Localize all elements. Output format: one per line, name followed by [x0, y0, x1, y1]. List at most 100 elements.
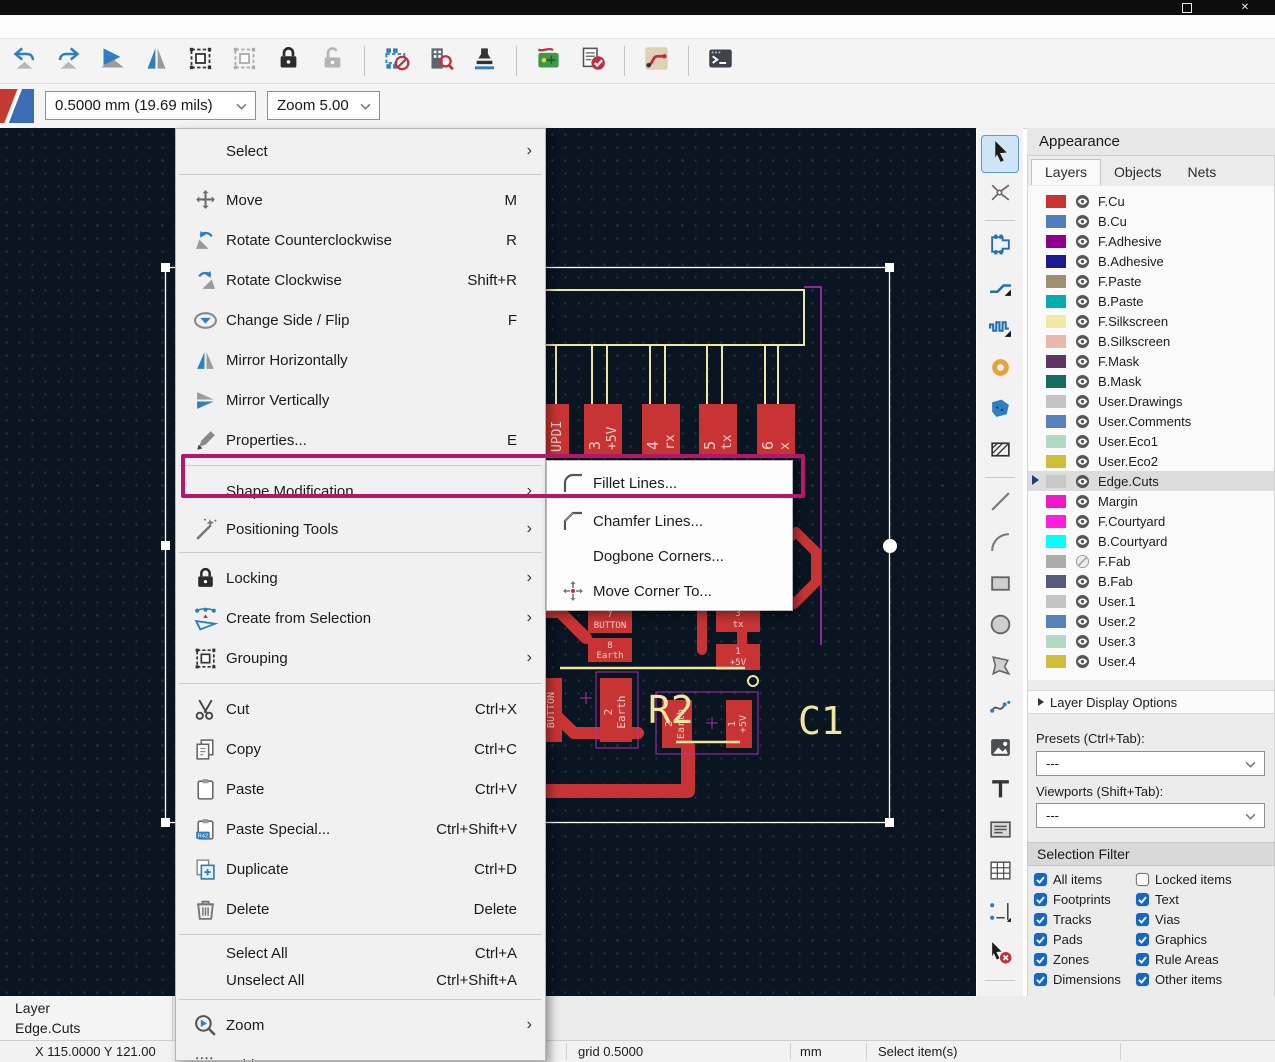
- visibility-eye-icon[interactable]: [1075, 334, 1090, 349]
- layer-row-b-cu[interactable]: B.Cu: [1028, 211, 1274, 231]
- menu-item-select[interactable]: Select ›: [176, 133, 545, 169]
- polygon-tool-button[interactable]: [982, 650, 1018, 686]
- menu-item-shape-modification[interactable]: Shape Modification ›: [176, 471, 545, 511]
- layer-row-user-3[interactable]: User.3: [1028, 631, 1274, 651]
- layer-color-swatch[interactable]: [1046, 214, 1066, 228]
- menu-item-paste-special[interactable]: R42 Paste Special... Ctrl+Shift+V: [176, 809, 545, 849]
- window-close-button[interactable]: ✕: [1234, 1, 1256, 14]
- layer-color-swatch[interactable]: [1046, 254, 1066, 268]
- checkbox-checked-icon[interactable]: [1135, 932, 1150, 947]
- footprint-tool-button[interactable]: [982, 229, 1018, 265]
- update-pcb-button[interactable]: [530, 43, 567, 80]
- arc-tool-button[interactable]: [982, 527, 1018, 563]
- visibility-eye-icon[interactable]: [1075, 494, 1090, 509]
- menu-item-move[interactable]: Move M: [176, 180, 545, 220]
- layer-row-user-comments[interactable]: User.Comments: [1028, 411, 1274, 431]
- visibility-eye-icon[interactable]: [1075, 274, 1090, 289]
- menu-item-duplicate[interactable]: Duplicate Ctrl+D: [176, 849, 545, 889]
- layer-color-swatch[interactable]: [1046, 194, 1066, 208]
- tab-objects[interactable]: Objects: [1101, 160, 1174, 185]
- layer-color-swatch[interactable]: [1046, 374, 1066, 388]
- ref-label-c1[interactable]: C1: [798, 699, 844, 743]
- menu-item-rotate-counterclockwise[interactable]: Rotate Counterclockwise R: [176, 220, 545, 260]
- layer-row-f-adhesive[interactable]: F.Adhesive: [1028, 231, 1274, 251]
- layer-pair-indicator[interactable]: [0, 88, 34, 124]
- connector-pads[interactable]: UPDI 3 +5V 4 rx 5 tx 6 x: [543, 404, 795, 455]
- zoom-level-dropdown[interactable]: Zoom 5.00: [267, 91, 380, 120]
- checkbox-checked-icon[interactable]: [1033, 972, 1048, 987]
- route-track-button[interactable]: [982, 270, 1018, 306]
- menu-item-cut[interactable]: Cut Ctrl+X: [176, 689, 545, 729]
- filter-item-graphics[interactable]: Graphics: [1135, 932, 1273, 947]
- filter-item-zones[interactable]: Zones: [1033, 952, 1135, 967]
- layer-row-user-1[interactable]: User.1: [1028, 591, 1274, 611]
- visibility-eye-icon[interactable]: [1075, 614, 1090, 629]
- lock-button[interactable]: [270, 43, 307, 80]
- interactive-router-button[interactable]: [638, 43, 675, 80]
- layer-color-swatch[interactable]: [1046, 634, 1066, 648]
- menu-item-properties[interactable]: Properties... E: [176, 420, 545, 460]
- layer-row-b-fab[interactable]: B.Fab: [1028, 571, 1274, 591]
- menu-item-select-all[interactable]: Select All Ctrl+A: [176, 940, 545, 967]
- library-browser-button[interactable]: [422, 43, 459, 80]
- filter-item-rule-areas[interactable]: Rule Areas: [1135, 952, 1273, 967]
- window-restore-button[interactable]: [1176, 1, 1198, 14]
- select-cursor-button[interactable]: [981, 134, 1019, 173]
- menu-item-paste[interactable]: Paste Ctrl+V: [176, 769, 545, 809]
- visibility-eye-icon[interactable]: [1075, 534, 1090, 549]
- checkbox-checked-icon[interactable]: [1033, 952, 1048, 967]
- zone-tool-button[interactable]: [982, 393, 1018, 429]
- layer-row-b-courtyard[interactable]: B.Courtyard: [1028, 531, 1274, 551]
- visibility-off-icon[interactable]: [1075, 554, 1090, 569]
- visibility-eye-icon[interactable]: [1075, 594, 1090, 609]
- layer-row-f-courtyard[interactable]: F.Courtyard: [1028, 511, 1274, 531]
- layer-row-user-eco2[interactable]: User.Eco2: [1028, 451, 1274, 471]
- visibility-eye-icon[interactable]: [1075, 434, 1090, 449]
- filter-item-pads[interactable]: Pads: [1033, 932, 1135, 947]
- circle-tool-button[interactable]: [982, 609, 1018, 645]
- checkbox-checked-icon[interactable]: [1033, 892, 1048, 907]
- line-tool-button[interactable]: [982, 486, 1018, 522]
- layer-color-swatch[interactable]: [1046, 534, 1066, 548]
- layer-row-edge-cuts[interactable]: Edge.Cuts: [1028, 471, 1274, 491]
- tab-nets[interactable]: Nets: [1175, 160, 1230, 185]
- rect-tool-button[interactable]: [982, 568, 1018, 604]
- tune-length-button[interactable]: [982, 311, 1018, 347]
- highlight-net-button[interactable]: [982, 177, 1018, 213]
- layer-row-user-eco1[interactable]: User.Eco1: [1028, 431, 1274, 451]
- spline-tool-button[interactable]: [982, 691, 1018, 727]
- layer-color-swatch[interactable]: [1046, 614, 1066, 628]
- menu-item-copy[interactable]: Copy Ctrl+C: [176, 729, 545, 769]
- redo-button[interactable]: [50, 43, 87, 80]
- ungroup-items-button[interactable]: [226, 43, 263, 80]
- visibility-eye-icon[interactable]: [1075, 654, 1090, 669]
- layer-row-b-mask[interactable]: B.Mask: [1028, 371, 1274, 391]
- visibility-eye-icon[interactable]: [1075, 294, 1090, 309]
- filter-item-text[interactable]: Text: [1135, 892, 1273, 907]
- visibility-eye-icon[interactable]: [1075, 474, 1090, 489]
- filter-item-vias[interactable]: Vias: [1135, 912, 1273, 927]
- checkbox-checked-icon[interactable]: [1033, 912, 1048, 927]
- undo-button[interactable]: [6, 43, 43, 80]
- menu-item-change-side-flip[interactable]: Change Side / Flip F: [176, 300, 545, 340]
- layer-row-user-drawings[interactable]: User.Drawings: [1028, 391, 1274, 411]
- checkbox-checked-icon[interactable]: [1135, 972, 1150, 987]
- layer-row-user-2[interactable]: User.2: [1028, 611, 1274, 631]
- visibility-eye-icon[interactable]: [1075, 514, 1090, 529]
- menu-item-rotate-clockwise[interactable]: Rotate Clockwise Shift+R: [176, 260, 545, 300]
- layer-row-b-silkscreen[interactable]: B.Silkscreen: [1028, 331, 1274, 351]
- dimension-tool-button[interactable]: [982, 896, 1018, 932]
- layer-row-f-silkscreen[interactable]: F.Silkscreen: [1028, 311, 1274, 331]
- table-tool-button[interactable]: [982, 855, 1018, 891]
- visibility-eye-icon[interactable]: [1075, 374, 1090, 389]
- layer-color-swatch[interactable]: [1046, 294, 1066, 308]
- layer-row-f-fab[interactable]: F.Fab: [1028, 551, 1274, 571]
- layer-color-swatch[interactable]: [1046, 554, 1066, 568]
- submenu-item-fillet-lines[interactable]: Fillet Lines...: [547, 464, 792, 502]
- menu-item-positioning-tools[interactable]: Positioning Tools ›: [176, 511, 545, 547]
- layer-row-f-paste[interactable]: F.Paste: [1028, 271, 1274, 291]
- textbox-tool-button[interactable]: [982, 814, 1018, 850]
- menu-item-mirror-horizontally[interactable]: Mirror Horizontally: [176, 340, 545, 380]
- layer-color-swatch[interactable]: [1046, 334, 1066, 348]
- footprint-checker-button[interactable]: [378, 43, 415, 80]
